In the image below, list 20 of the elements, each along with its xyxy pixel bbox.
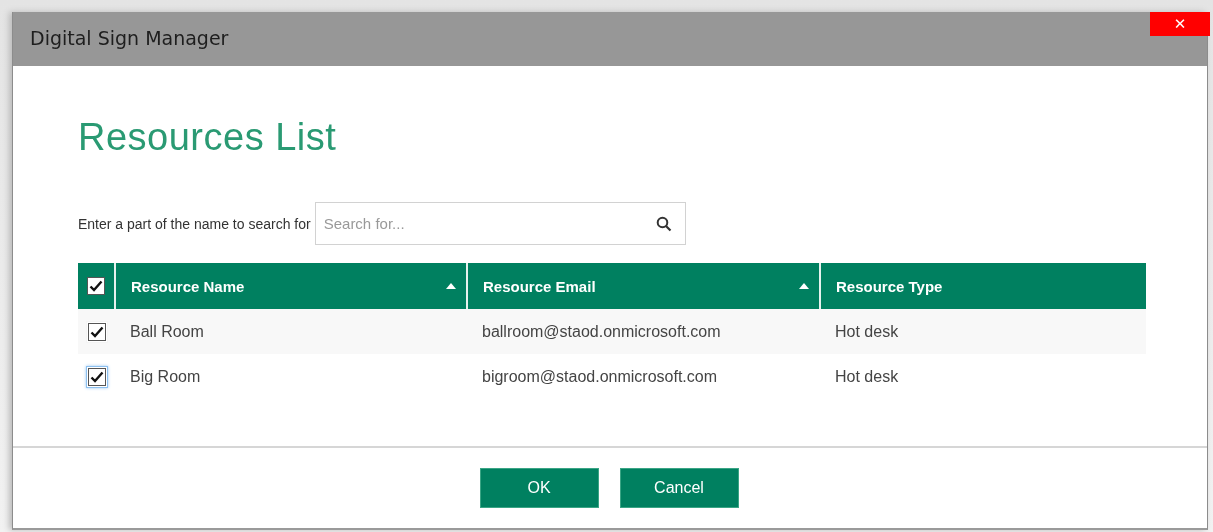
window-title: Digital Sign Manager [30, 27, 229, 49]
dialog-button[interactable]: Cancel [619, 468, 739, 508]
column-header[interactable]: Resource Email [483, 277, 596, 295]
sort-arrow-icon [446, 283, 456, 289]
table-cell: Hot desk [835, 323, 899, 340]
table-cell: ballroom@staod.onmicrosoft.com [482, 323, 721, 340]
table-cell: bigroom@staod.onmicrosoft.com [482, 368, 717, 385]
search-icon [655, 216, 672, 232]
table-cell: Hot desk [835, 368, 899, 385]
checkbox[interactable] [87, 277, 105, 295]
column-header[interactable]: Resource Name [131, 277, 245, 295]
close-button[interactable]: ✕ [1150, 12, 1210, 36]
column-header[interactable]: Resource Type [836, 277, 943, 295]
search-field[interactable]: Search for... [314, 202, 686, 245]
sort-arrow-icon [799, 283, 809, 289]
search-label: Enter a part of the name to search for [78, 215, 311, 232]
table-cell: Ball Room [130, 323, 204, 340]
dialog-button[interactable]: OK [479, 468, 599, 508]
table-cell: Big Room [130, 368, 201, 385]
page-heading: Resources List [78, 116, 338, 159]
